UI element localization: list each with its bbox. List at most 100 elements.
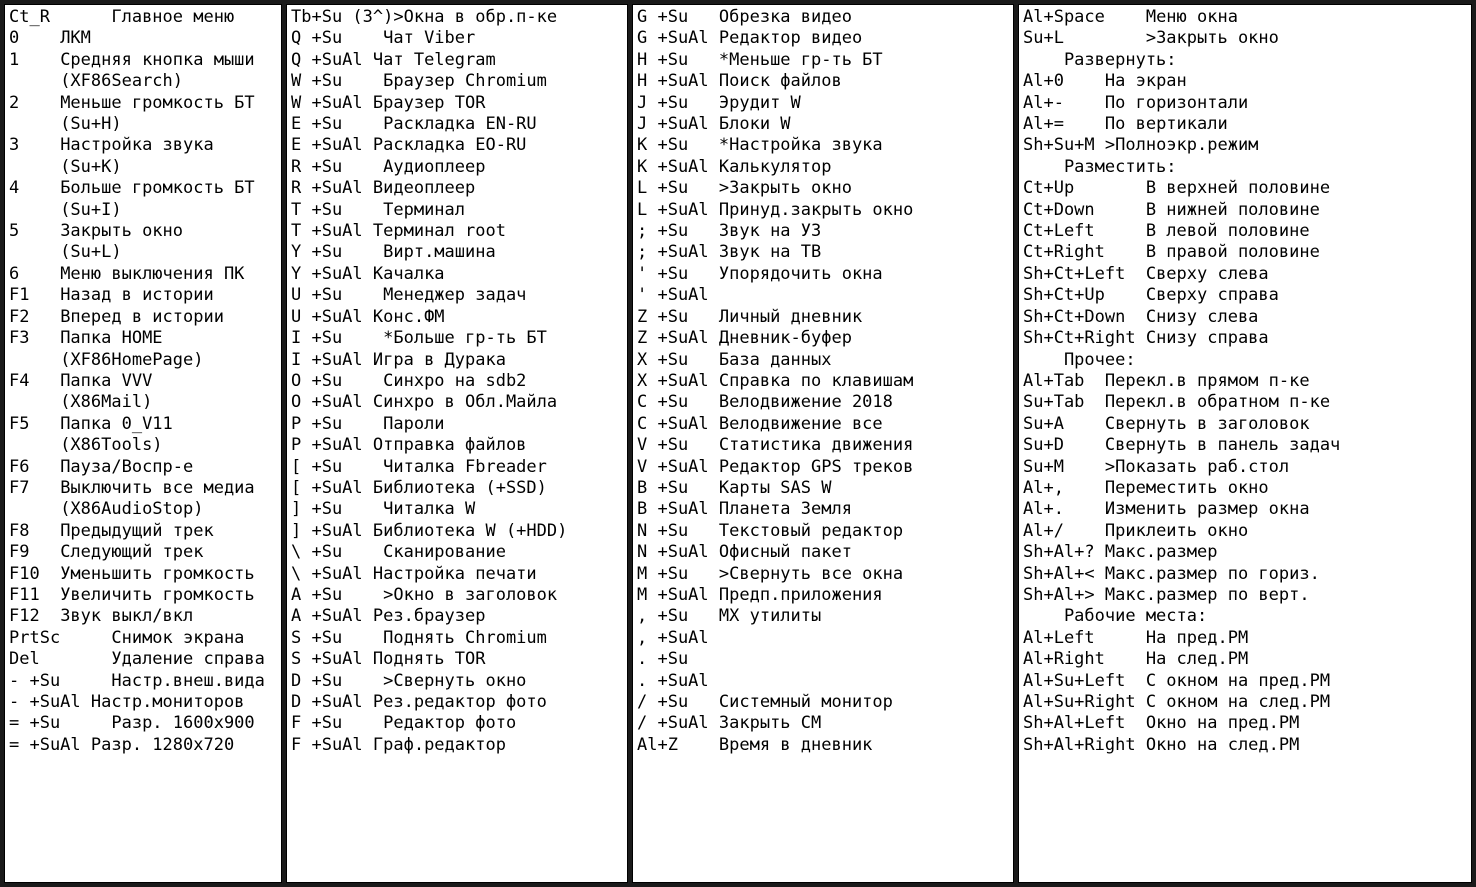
shortcut-row: Al+Tab Перекл.в прямом п-ке xyxy=(1023,371,1467,392)
shortcut-key: Al+Left xyxy=(1023,628,1146,649)
shortcut-key: B +SuAl xyxy=(637,499,719,520)
shortcut-description: В нижней половине xyxy=(1146,200,1320,221)
shortcut-key: J +Su xyxy=(637,93,719,114)
shortcut-row: Sh+Al+Right Окно на след.РМ xyxy=(1023,735,1467,756)
shortcut-description: Снизу справа xyxy=(1146,328,1269,349)
shortcut-row: 0 ЛКМ xyxy=(9,28,277,49)
shortcut-key: Z +SuAl xyxy=(637,328,719,349)
shortcut-row: Al+0 На экран xyxy=(1023,71,1467,92)
shortcut-description: Вперед в истории xyxy=(60,307,224,328)
shortcut-description: Эрудит W xyxy=(719,93,801,114)
shortcut-row: . +Su xyxy=(637,649,1009,670)
shortcut-row: 2 Меньше громкость БТ xyxy=(9,93,277,114)
shortcut-key: Ct+Down xyxy=(1023,200,1146,221)
shortcut-row: K +SuAl Калькулятор xyxy=(637,157,1009,178)
shortcut-description: (X86Tools) xyxy=(60,435,162,456)
shortcut-description: Звук выкл/вкл xyxy=(60,606,193,627)
shortcut-row: , +SuAl xyxy=(637,628,1009,649)
shortcut-description: Читалка W xyxy=(373,499,475,520)
shortcut-key: M +Su xyxy=(637,564,719,585)
shortcut-row: Y +Su Вирт.машина xyxy=(291,242,623,263)
shortcut-row: ; +Su Звук на УЗ xyxy=(637,221,1009,242)
shortcut-row: C +Su Велодвижение 2018 xyxy=(637,392,1009,413)
shortcut-row: D +SuAl Рез.редактор фото xyxy=(291,692,623,713)
shortcut-description: (XF86Search) xyxy=(60,71,183,92)
shortcut-key: Al+Su+Left xyxy=(1023,671,1146,692)
shortcut-key: N +Su xyxy=(637,521,719,542)
shortcut-row: F4 Папка VVV xyxy=(9,371,277,392)
shortcut-row: Del Удаление справа xyxy=(9,649,277,670)
shortcut-row: Su+L >Закрыть окно xyxy=(1023,28,1467,49)
shortcut-row: ' +Su Упорядочить окна xyxy=(637,264,1009,285)
shortcut-row: 5 Закрыть окно xyxy=(9,221,277,242)
shortcut-description: По вертикали xyxy=(1105,114,1228,135)
shortcut-key: F6 xyxy=(9,457,60,478)
shortcut-key: L +SuAl xyxy=(637,200,719,221)
shortcut-key: G +SuAl xyxy=(637,28,719,49)
shortcut-row: P +Su Пароли xyxy=(291,414,623,435)
shortcut-key: Su+M xyxy=(1023,457,1105,478)
shortcut-row: Al+/ Приклеить окно xyxy=(1023,521,1467,542)
shortcut-row: ' +SuAl xyxy=(637,285,1009,306)
shortcut-key: F11 xyxy=(9,585,60,606)
shortcut-row: Al+- По горизонтали xyxy=(1023,93,1467,114)
shortcut-key: Sh+Al+? xyxy=(1023,542,1105,563)
shortcut-description: Разр. 1280x720 xyxy=(91,735,234,756)
shortcut-row: M +Su >Свернуть все окна xyxy=(637,564,1009,585)
shortcut-row: Разместить: xyxy=(1023,157,1467,178)
shortcut-key: ; +Su xyxy=(637,221,719,242)
shortcut-row: T +Su Терминал xyxy=(291,200,623,221)
shortcut-row: E +SuAl Раскладка EO-RU xyxy=(291,135,623,156)
shortcut-key: I +Su xyxy=(291,328,373,349)
shortcut-row: O +Su Синхро на sdb2 xyxy=(291,371,623,392)
shortcut-key: ' +Su xyxy=(637,264,719,285)
shortcut-key: Sh+Ct+Up xyxy=(1023,285,1146,306)
shortcut-key: O +SuAl xyxy=(291,392,373,413)
shortcut-description: >Закрыть окно xyxy=(1146,28,1279,49)
shortcut-key: , +Su xyxy=(637,606,719,627)
shortcut-description: >Полноэкр.режим xyxy=(1105,135,1259,156)
shortcut-key: A +SuAl xyxy=(291,606,373,627)
shortcut-row: J +Su Эрудит W xyxy=(637,93,1009,114)
shortcut-key: F9 xyxy=(9,542,60,563)
shortcut-row: F2 Вперед в истории xyxy=(9,307,277,328)
shortcut-key: Прочее: xyxy=(1023,350,1136,371)
shortcut-description: Меньше громкость БТ xyxy=(60,93,254,114)
shortcut-row: F +Su Редактор фото xyxy=(291,713,623,734)
shortcut-description: Раскладка EO-RU xyxy=(373,135,527,156)
shortcut-description: Главное меню xyxy=(91,7,234,28)
shortcut-key: Sh+Ct+Left xyxy=(1023,264,1146,285)
shortcut-description: >Свернуть окно xyxy=(373,671,527,692)
shortcut-key: = +Su xyxy=(9,713,91,734)
shortcut-key: R +SuAl xyxy=(291,178,373,199)
shortcut-description: (XF86HomePage) xyxy=(60,350,203,371)
shortcut-description: По горизонтали xyxy=(1105,93,1248,114)
shortcut-row: F12 Звук выкл/вкл xyxy=(9,606,277,627)
shortcut-key: M +SuAl xyxy=(637,585,719,606)
shortcut-description: В левой половине xyxy=(1146,221,1310,242)
shortcut-description: Поиск файлов xyxy=(719,71,842,92)
shortcut-description: Поднять TOR xyxy=(373,649,486,670)
shortcut-row: R +Su Аудиоплеер xyxy=(291,157,623,178)
shortcut-key xyxy=(9,392,60,413)
shortcut-description: Увеличить громкость xyxy=(60,585,254,606)
shortcut-key: - +SuAl xyxy=(9,692,91,713)
shortcut-description: Синхро в Обл.Майла xyxy=(373,392,557,413)
shortcut-key: Al+Tab xyxy=(1023,371,1105,392)
shortcut-row: Sh+Ct+Right Снизу справа xyxy=(1023,328,1467,349)
shortcut-row: P +SuAl Отправка файлов xyxy=(291,435,623,456)
shortcut-row: Y +SuAl Качалка xyxy=(291,264,623,285)
shortcut-description: Упорядочить окна xyxy=(719,264,883,285)
shortcut-key: F2 xyxy=(9,307,60,328)
shortcut-description: Свернуть в заголовок xyxy=(1105,414,1310,435)
shortcut-key: ; +SuAl xyxy=(637,242,719,263)
shortcut-row: Al+Su+Left С окном на пред.РМ xyxy=(1023,671,1467,692)
shortcut-key: \ +Su xyxy=(291,542,373,563)
shortcut-row: V +Su Статистика движения xyxy=(637,435,1009,456)
shortcut-row: . +SuAl xyxy=(637,671,1009,692)
shortcut-key xyxy=(9,350,60,371)
shortcut-key: B +Su xyxy=(637,478,719,499)
shortcut-key: [ +Su xyxy=(291,457,373,478)
shortcut-key: Al+/ xyxy=(1023,521,1105,542)
shortcut-row: Al+Su+Right С окном на след.РМ xyxy=(1023,692,1467,713)
